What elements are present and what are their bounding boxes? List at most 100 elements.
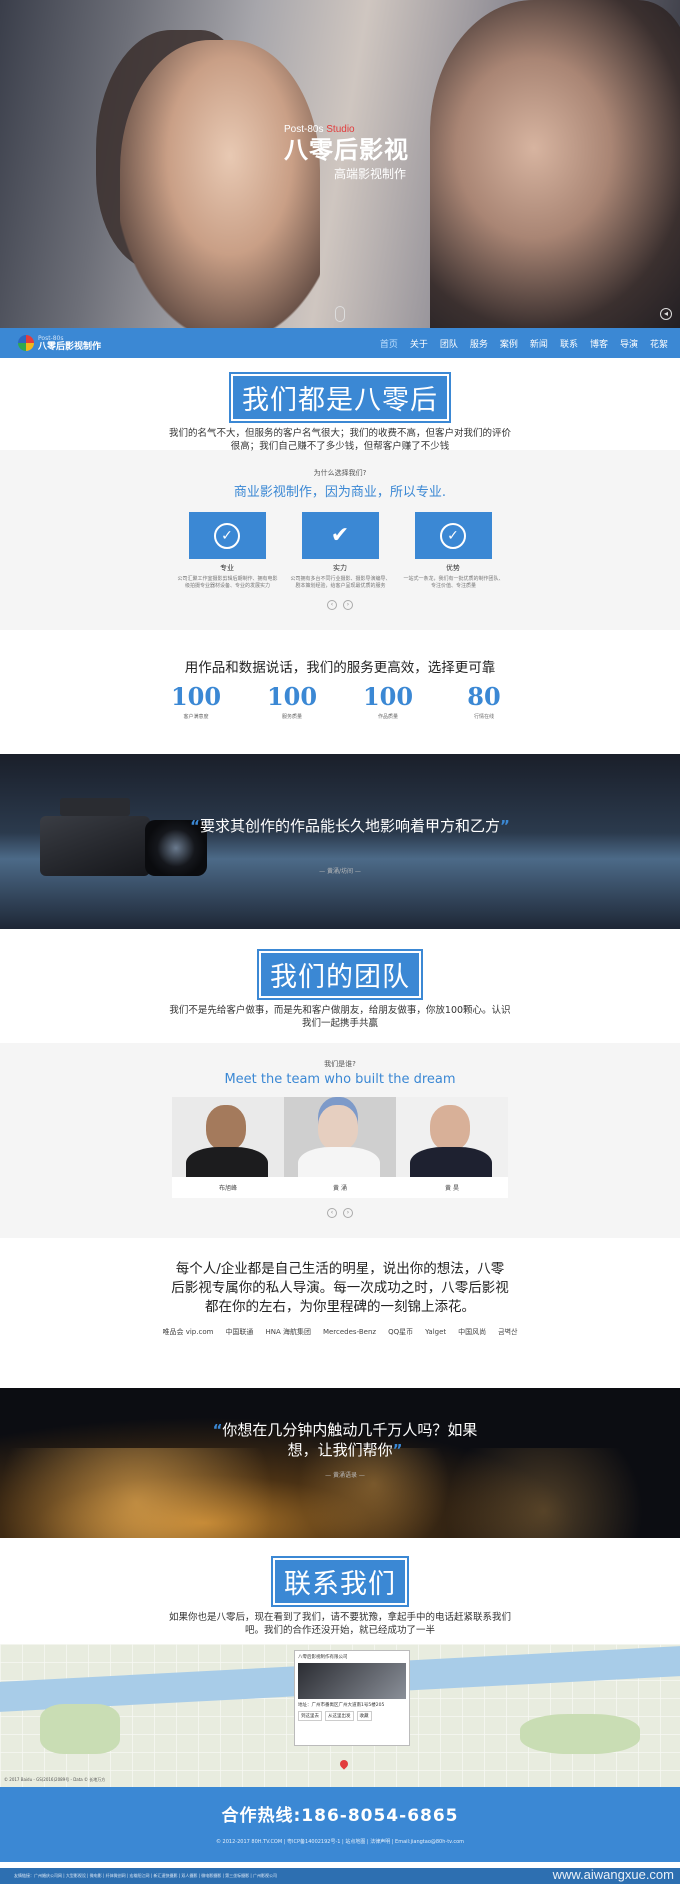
open-quote-icon: “ bbox=[212, 1421, 223, 1439]
stat-item: 100 客户满意度 bbox=[165, 682, 227, 720]
hero-banner: Post-80s Studio 八零后影视 高端影视制作 ◂ bbox=[0, 0, 680, 328]
logo-text: Post-80s 八零后影视制作 bbox=[38, 335, 102, 352]
member-photo bbox=[284, 1097, 396, 1177]
nav-item-home[interactable]: 首页 bbox=[380, 337, 398, 350]
quote-text: “要求其创作的作品能长久地影响着甲方和乙方” bbox=[190, 817, 510, 835]
quote-text: “你想在几分钟内触动几千万人吗？如果想，让我们帮你” bbox=[212, 1421, 478, 1459]
quote-band-earth: “你想在几分钟内触动几千万人吗？如果想，让我们帮你” — 黄涌语录 — bbox=[0, 1388, 680, 1538]
team-small-heading: 我们是谁? bbox=[324, 1060, 356, 1068]
quote-author: — 黄涌/坊间 — bbox=[319, 868, 361, 875]
check-circle-icon: ✓ bbox=[440, 522, 466, 549]
hero-brand-en: Post-80s Studio bbox=[284, 124, 355, 135]
why-card-name: 专业 bbox=[220, 564, 234, 572]
slogan-section: 每个人/企业都是自己生活的明星，说出你的想法，八零后影视专属你的私人导演。每一次… bbox=[0, 1238, 680, 1388]
hero-brand-sub: 高端影视制作 bbox=[333, 167, 406, 181]
map-save-button[interactable]: 收藏 bbox=[356, 1711, 372, 1721]
next-arrow-icon[interactable]: › bbox=[343, 600, 353, 610]
stat-number: 100 bbox=[170, 682, 222, 711]
open-quote-icon: “ bbox=[190, 817, 200, 835]
stat-item: 100 作品质量 bbox=[357, 682, 419, 720]
member-photo bbox=[172, 1097, 284, 1177]
footer-copyright: © 2012-2017 80H.TV.COM | 粤ICP备14002192号-… bbox=[215, 1839, 465, 1845]
stat-number: 100 bbox=[266, 682, 318, 711]
hero-photo-model bbox=[120, 40, 320, 328]
why-card-strength: ✔ 实力 公司拥有多台不同行业摄影、摄影导演编导、剧本策划经验，给客户呈现最优质… bbox=[291, 512, 391, 590]
team-member-card[interactable]: 黄 涌 bbox=[284, 1097, 396, 1198]
member-photo bbox=[396, 1097, 508, 1177]
why-card-name: 实力 bbox=[333, 564, 347, 572]
stat-number: 80 bbox=[467, 682, 501, 711]
nav-item-director[interactable]: 导演 bbox=[620, 337, 638, 350]
stat-label: 客户满意度 bbox=[183, 714, 209, 720]
why-section: 为什么选择我们? 商业影视制作，因为商业，所以专业. ✓ 专业 公司汇聚工作室摄… bbox=[0, 450, 680, 630]
logo-icon bbox=[18, 335, 34, 351]
client-logo-qq: QQ星币 bbox=[388, 1328, 414, 1336]
contact-desc: 如果你也是八零后，现在看到了我们，请不要犹豫，拿起手中的电话赶紧联系我们吧。我们… bbox=[168, 1612, 511, 1636]
main-nav: Post-80s 八零后影视制作 首页 关于 团队 服务 案例 新闻 联系 博客 … bbox=[0, 328, 680, 358]
about-section: 我们都是八零后 我们的名气不大，但服务的客户名气很大；我们的收费不高，但客户对我… bbox=[0, 358, 680, 452]
client-logo-yalget: Yalget bbox=[425, 1328, 447, 1336]
why-card-name: 优势 bbox=[446, 564, 460, 572]
client-logo-fashion: 中国风尚 bbox=[458, 1328, 487, 1336]
stats-heading: 用作品和数据说话，我们的服务更高效，选择更可靠 bbox=[184, 660, 496, 676]
map-copyright: © 2017 Baidu - GS(2016)2089号 - Data © 长地… bbox=[4, 1777, 106, 1782]
why-card-advantage: ✓ 优势 一站式一条龙，我们有一批优质的制作团队、专注价值、专注质量 bbox=[404, 512, 504, 590]
why-card-text: 公司汇聚工作室摄影剪辑后期制作、拥有电影级拍摄专业器材设备、专业的发展实力 bbox=[177, 576, 278, 589]
map-route-from-button[interactable]: 从这里出发 bbox=[325, 1711, 354, 1721]
location-map[interactable]: 八零后影视制作有限公司 地址：广州市番禺区广州大道南1号5楼205 到这里去 从… bbox=[0, 1644, 680, 1787]
footer: 合作热线:186-8054-6865 © 2012-2017 80H.TV.CO… bbox=[0, 1787, 680, 1862]
slider-control-icon[interactable]: ◂ bbox=[660, 308, 672, 320]
stat-label: 行情在线 bbox=[473, 714, 494, 720]
nav-item-news[interactable]: 新闻 bbox=[530, 337, 548, 350]
stat-label: 服务质量 bbox=[281, 714, 302, 720]
nav-item-services[interactable]: 服务 bbox=[470, 337, 488, 350]
prev-arrow-icon[interactable]: ‹ bbox=[327, 600, 337, 610]
nav-item-blog[interactable]: 博客 bbox=[590, 337, 608, 350]
map-info-popup[interactable]: 八零后影视制作有限公司 地址：广州市番禺区广州大道南1号5楼205 到这里去 从… bbox=[294, 1650, 410, 1746]
nav-item-team[interactable]: 团队 bbox=[440, 337, 458, 350]
team-member-card[interactable]: 布旭峰 bbox=[172, 1097, 284, 1198]
prev-arrow-icon[interactable]: ‹ bbox=[327, 1208, 337, 1218]
client-logo-hna: HNA 海航集团 bbox=[265, 1328, 311, 1336]
close-quote-icon: ” bbox=[392, 1441, 403, 1459]
why-carousel-controls: ‹ › bbox=[0, 600, 680, 610]
quote-band-camera: “要求其创作的作品能长久地影响着甲方和乙方” — 黄涌/坊间 — bbox=[0, 754, 680, 929]
team-desc: 我们不是先给客户做事，而是先和客户做朋友，给朋友做事，你放100颗心。认识我们一… bbox=[169, 1005, 511, 1029]
why-card-professional: ✓ 专业 公司汇聚工作室摄影剪辑后期制作、拥有电影级拍摄专业器材设备、专业的发展… bbox=[178, 512, 278, 590]
slogan-text: 每个人/企业都是自己生活的明星，说出你的想法，八零后影视专属你的私人导演。每一次… bbox=[171, 1261, 509, 1315]
client-logo-korean: 금벽산 bbox=[498, 1328, 518, 1336]
nav-logo[interactable]: Post-80s 八零后影视制作 bbox=[18, 334, 101, 352]
why-small-heading: 为什么选择我们? bbox=[313, 469, 367, 477]
contact-title: 联系我们 bbox=[271, 1556, 409, 1607]
scroll-down-icon[interactable] bbox=[335, 306, 345, 322]
team-members: 布旭峰 黄 涌 黄 昊 bbox=[0, 1097, 680, 1198]
nav-item-contact[interactable]: 联系 bbox=[560, 337, 578, 350]
nav-item-about[interactable]: 关于 bbox=[410, 337, 428, 350]
next-arrow-icon[interactable]: › bbox=[343, 1208, 353, 1218]
stat-number: 100 bbox=[362, 682, 414, 711]
team-carousel-controls: ‹ › bbox=[0, 1208, 680, 1218]
nav-item-behind-scenes[interactable]: 花絮 bbox=[650, 337, 668, 350]
stat-label: 作品质量 bbox=[377, 714, 398, 720]
client-logo-vip: 唯品会 vip.com bbox=[162, 1328, 214, 1336]
check-circle-icon: ✓ bbox=[214, 522, 240, 549]
why-heading: 商业影视制作，因为商业，所以专业. bbox=[233, 485, 447, 500]
team-section: 我们是谁? Meet the team who built the dream … bbox=[0, 1043, 680, 1238]
team-title: 我们的团队 bbox=[257, 949, 423, 1000]
member-name: 黄 涌 bbox=[333, 1185, 347, 1192]
cinema-camera-image bbox=[20, 790, 207, 886]
nav-menu: 首页 关于 团队 服务 案例 新闻 联系 博客 导演 花絮 bbox=[368, 337, 668, 350]
footer-hotline: 合作热线:186-8054-6865 bbox=[221, 1806, 459, 1826]
why-card-text: 公司拥有多台不同行业摄影、摄影导演编导、剧本策划经验，给客户呈现最优质的服务 bbox=[290, 576, 391, 589]
map-route-to-button[interactable]: 到这里去 bbox=[298, 1711, 322, 1721]
earth-night-image bbox=[0, 1448, 680, 1538]
stat-item: 80 行情在线 bbox=[453, 682, 515, 720]
member-name: 黄 昊 bbox=[445, 1185, 459, 1192]
nav-item-cases[interactable]: 案例 bbox=[500, 337, 518, 350]
client-logo-mercedes: Mercedes-Benz bbox=[322, 1328, 377, 1336]
client-logos: 唯品会 vip.com 中国联通 HNA 海航集团 Mercedes-Benz … bbox=[0, 1327, 680, 1337]
popup-title: 八零后影视制作有限公司 bbox=[298, 1655, 348, 1660]
contact-section: 联系我们 如果你也是八零后，现在看到了我们，请不要犹豫，拿起手中的电话赶紧联系我… bbox=[0, 1538, 680, 1644]
quote-author: — 黄涌语录 — bbox=[325, 1472, 365, 1479]
team-member-card[interactable]: 黄 昊 bbox=[396, 1097, 508, 1198]
